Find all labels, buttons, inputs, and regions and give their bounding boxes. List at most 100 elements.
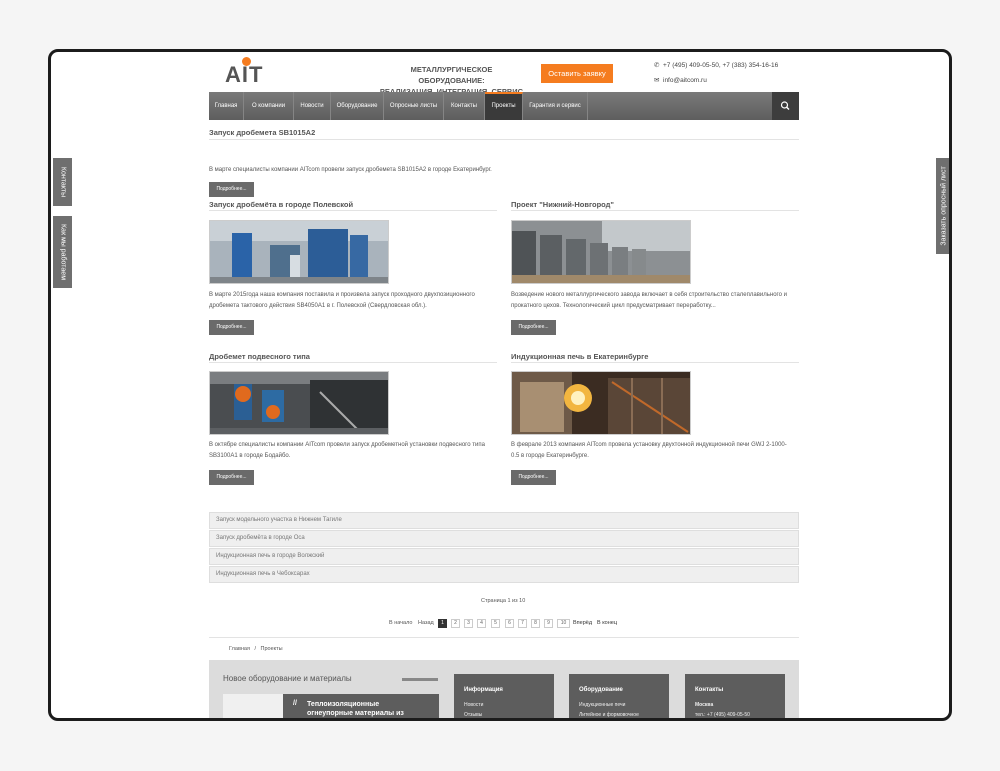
project-more-button[interactable]: Подробнее... <box>209 470 254 485</box>
project-text: В октябре специалисты компании AITcom пр… <box>209 440 485 462</box>
project-photo-furnace[interactable] <box>511 371 691 435</box>
project-text-line-1: Возведение нового металлургического заво… <box>511 292 787 298</box>
project-more-button[interactable]: Подробнее... <box>511 470 556 485</box>
side-tab-contacts-label: Контакты <box>59 166 66 198</box>
footer-info-column: Информация Новости Отзывы <box>454 674 554 718</box>
main-nav: Главная О компании Новости Оборудование … <box>209 92 799 120</box>
breadcrumb-home[interactable]: Главная <box>229 646 250 652</box>
page-1[interactable]: 1 <box>438 619 447 628</box>
pagination-end[interactable]: В конец <box>597 620 617 626</box>
email-link[interactable]: info@aitcom.ru <box>663 77 707 84</box>
more-project-item[interactable]: Запуск дробемёта в городе Оса <box>209 530 799 547</box>
side-tab-how-we-work-label: Как мы работаем <box>59 223 66 281</box>
side-tab-order-form[interactable]: Заказать опросный лист <box>936 158 949 254</box>
project-title[interactable]: Запуск дробемёта в городе Полевской <box>209 200 353 209</box>
nav-item-about[interactable]: О компании <box>244 92 294 120</box>
product-title-line-1: Теплоизоляционные <box>307 701 380 708</box>
divider <box>511 210 799 211</box>
page-4[interactable]: 4 <box>477 619 486 628</box>
page-7[interactable]: 7 <box>518 619 527 628</box>
project-title[interactable]: Индукционная печь в Екатеринбурге <box>511 352 648 361</box>
product-title-line-2: огнеупорные материалы из <box>307 710 404 717</box>
divider <box>209 637 799 638</box>
nav-item-questionnaires[interactable]: Опросные листы <box>384 92 444 120</box>
slider-dots[interactable] <box>402 678 438 681</box>
divider <box>209 139 799 140</box>
search-button[interactable] <box>772 92 799 120</box>
divider <box>209 210 497 211</box>
footer-contacts-title: Контакты <box>695 687 724 693</box>
tagline-line-1: МЕТАЛЛУРГИЧЕСКОЕ ОБОРУДОВАНИЕ: <box>410 65 493 85</box>
mail-icon: ✉ <box>654 77 660 84</box>
site-header: AIT МЕТАЛЛУРГИЧЕСКОЕ ОБОРУДОВАНИЕ: РЕАЛИ… <box>209 52 799 96</box>
site-logo[interactable]: AIT <box>225 62 263 88</box>
footer-link[interactable]: Индукционные печи <box>579 702 625 708</box>
nav-item-warranty[interactable]: Гарантия и сервис <box>523 92 588 120</box>
footer-city: Москва <box>695 702 714 708</box>
project-text-line-1: В октябре специалисты компании AITcom пр… <box>209 442 485 448</box>
nav-item-equipment[interactable]: Оборудование <box>331 92 384 120</box>
phone-row: ✆ +7 (495) 409-05-50, +7 (383) 354-16-16 <box>654 61 778 69</box>
divider <box>511 362 799 363</box>
featured-text: В марте специалисты компании AITcom пров… <box>209 167 492 173</box>
phone-text: +7 (495) 409-05-50, +7 (383) 354-16-16 <box>663 62 779 69</box>
breadcrumb-current: Проекты <box>260 646 283 652</box>
page-5[interactable]: 5 <box>491 619 500 628</box>
featured-title[interactable]: Запуск дробемета SB1015A2 <box>209 128 315 137</box>
more-project-item[interactable]: Индукционная печь в Чебоксарах <box>209 566 799 583</box>
browser-frame: Контакты Как мы работаем Заказать опросн… <box>48 49 952 721</box>
slash-icon: // <box>293 700 297 707</box>
divider <box>209 362 497 363</box>
search-icon <box>780 101 790 110</box>
project-text-line-2: 0.5 в городе Екатеринбурге. <box>511 453 589 459</box>
project-photo-hanging[interactable] <box>209 371 389 435</box>
footer-equipment-title: Оборудование <box>579 687 623 693</box>
project-text-line-1: В феврале 2013 компания AITcom провела у… <box>511 442 787 448</box>
page-10[interactable]: 10 <box>557 619 570 628</box>
project-photo-blasting[interactable] <box>209 220 389 284</box>
footer-link[interactable]: Новости <box>464 702 483 708</box>
footer-link[interactable]: Литейное и формовочное <box>579 712 639 718</box>
nav-item-news[interactable]: Новости <box>294 92 331 120</box>
project-more-button[interactable]: Подробнее... <box>511 320 556 335</box>
featured-more-button[interactable]: Подробнее... <box>209 182 254 197</box>
project-photo-plant[interactable] <box>511 220 691 284</box>
side-tab-how-we-work[interactable]: Как мы работаем <box>53 216 72 288</box>
footer-link[interactable]: Отзывы <box>464 712 482 718</box>
leave-request-button[interactable]: Оставить заявку <box>541 64 613 83</box>
pagination-next[interactable]: Вперёд <box>573 620 592 626</box>
project-text-line-2: прокатного цехов. Технологический цикл п… <box>511 303 716 309</box>
project-text-line-1: В марте 2015года наша компания поставила… <box>209 292 475 298</box>
email-row: ✉ info@aitcom.ru <box>654 76 707 84</box>
project-text: В марте 2015года наша компания поставила… <box>209 290 475 312</box>
side-tab-order-form-label: Заказать опросный лист <box>940 166 948 246</box>
pagination-summary: Страница 1 из 10 <box>481 598 526 604</box>
project-title[interactable]: Дробемет подвесного типа <box>209 352 310 361</box>
breadcrumb: Главная / Проекты <box>229 646 283 652</box>
more-project-item[interactable]: Индукционная печь в городе Волжский <box>209 548 799 565</box>
pagination-start[interactable]: В начало <box>389 620 412 626</box>
breadcrumb-separator: / <box>254 646 256 652</box>
pagination-prev[interactable]: Назад <box>418 620 434 626</box>
site-footer: Новое оборудование и материалы // Теплои… <box>209 660 799 718</box>
project-more-button[interactable]: Подробнее... <box>209 320 254 335</box>
page-6[interactable]: 6 <box>505 619 514 628</box>
nav-item-home[interactable]: Главная <box>209 92 244 120</box>
project-text: В феврале 2013 компания AITcom провела у… <box>511 440 787 462</box>
product-card[interactable]: // Теплоизоляционные огнеупорные материа… <box>223 694 439 718</box>
page-3[interactable]: 3 <box>464 619 473 628</box>
product-image <box>223 694 283 718</box>
nav-item-projects[interactable]: Проекты <box>485 92 523 120</box>
page-8[interactable]: 8 <box>531 619 540 628</box>
page-2[interactable]: 2 <box>451 619 460 628</box>
nav-item-contacts[interactable]: Контакты <box>444 92 485 120</box>
phone-icon: ✆ <box>654 62 660 69</box>
project-title[interactable]: Проект "Нижний-Новгород" <box>511 200 614 209</box>
project-text-line-2: SB3100A1 в городе Бодайбо. <box>209 453 291 459</box>
footer-contacts-column: Контакты Москва тел.: +7 (495) 409-05-50 <box>685 674 785 718</box>
new-equipment-title: Новое оборудование и материалы <box>223 674 352 683</box>
more-project-item[interactable]: Запуск модельного участка в Нижнем Тагил… <box>209 512 799 529</box>
page-9[interactable]: 9 <box>544 619 553 628</box>
footer-phone: тел.: +7 (495) 409-05-50 <box>695 712 750 718</box>
side-tab-contacts[interactable]: Контакты <box>53 158 72 206</box>
